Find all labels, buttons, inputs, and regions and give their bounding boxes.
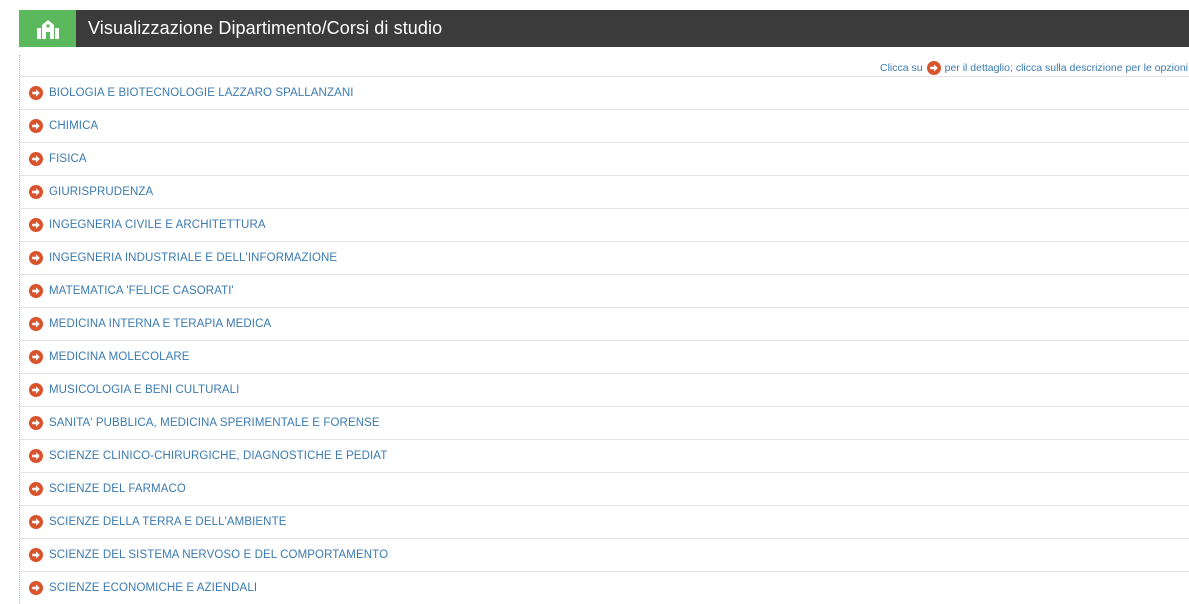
- header-bar: Visualizzazione Dipartimento/Corsi di st…: [19, 10, 1189, 47]
- department-list: BIOLOGIA E BIOTECNOLOGIE LAZZARO SPALLAN…: [20, 77, 1189, 604]
- department-link[interactable]: MEDICINA INTERNA E TERAPIA MEDICA: [49, 318, 271, 330]
- department-link[interactable]: MUSICOLOGIA E BENI CULTURALI: [49, 384, 239, 396]
- department-link[interactable]: FISICA: [49, 153, 87, 165]
- department-row[interactable]: SCIENZE DELLA TERRA E DELL'AMBIENTE: [20, 506, 1189, 539]
- department-link[interactable]: BIOLOGIA E BIOTECNOLOGIE LAZZARO SPALLAN…: [49, 87, 354, 99]
- hint-suffix: per il dettaglio; clicca sulla descrizio…: [944, 62, 1188, 74]
- arrow-right-circle-icon[interactable]: [29, 218, 43, 232]
- department-row[interactable]: INGEGNERIA CIVILE E ARCHITETTURA: [20, 209, 1189, 242]
- department-link[interactable]: SCIENZE ECONOMICHE E AZIENDALI: [49, 582, 257, 594]
- department-row[interactable]: INGEGNERIA INDUSTRIALE E DELL'INFORMAZIO…: [20, 242, 1189, 275]
- department-row[interactable]: MATEMATICA 'FELICE CASORATI': [20, 275, 1189, 308]
- department-row[interactable]: GIURISPRUDENZA: [20, 176, 1189, 209]
- arrow-right-circle-icon[interactable]: [29, 350, 43, 364]
- arrow-right-circle-icon[interactable]: [29, 185, 43, 199]
- arrow-right-circle-icon[interactable]: [29, 449, 43, 463]
- arrow-right-circle-icon[interactable]: [29, 119, 43, 133]
- department-link[interactable]: MEDICINA MOLECOLARE: [49, 351, 190, 363]
- department-row[interactable]: MEDICINA MOLECOLARE: [20, 341, 1189, 374]
- arrow-right-circle-icon[interactable]: [29, 284, 43, 298]
- department-link[interactable]: SCIENZE CLINICO-CHIRURGICHE, DIAGNOSTICH…: [49, 450, 387, 462]
- arrow-right-circle-icon[interactable]: [29, 317, 43, 331]
- hint-prefix: Clicca su: [880, 62, 923, 74]
- department-link[interactable]: GIURISPRUDENZA: [49, 186, 153, 198]
- department-link[interactable]: CHIMICA: [49, 120, 98, 132]
- department-link[interactable]: SCIENZE DEL SISTEMA NERVOSO E DEL COMPOR…: [49, 549, 388, 561]
- arrow-right-circle-icon[interactable]: [29, 86, 43, 100]
- department-link[interactable]: INGEGNERIA INDUSTRIALE E DELL'INFORMAZIO…: [49, 252, 337, 264]
- department-row[interactable]: BIOLOGIA E BIOTECNOLOGIE LAZZARO SPALLAN…: [20, 77, 1189, 110]
- departments-panel: Clicca su per il dettaglio; clicca sulla…: [19, 55, 1189, 604]
- department-link[interactable]: SCIENZE DELLA TERRA E DELL'AMBIENTE: [49, 516, 286, 528]
- department-row[interactable]: MUSICOLOGIA E BENI CULTURALI: [20, 374, 1189, 407]
- department-row[interactable]: SCIENZE DEL SISTEMA NERVOSO E DEL COMPOR…: [20, 539, 1189, 572]
- page-title: Visualizzazione Dipartimento/Corsi di st…: [88, 18, 443, 38]
- department-row[interactable]: MEDICINA INTERNA E TERAPIA MEDICA: [20, 308, 1189, 341]
- department-row[interactable]: CHIMICA: [20, 110, 1189, 143]
- department-row[interactable]: SCIENZE ECONOMICHE E AZIENDALI: [20, 572, 1189, 604]
- header-icon-box: [19, 10, 76, 47]
- page: Visualizzazione Dipartimento/Corsi di st…: [0, 0, 1189, 604]
- department-row[interactable]: SCIENZE DEL FARMACO: [20, 473, 1189, 506]
- arrow-right-circle-icon[interactable]: [29, 251, 43, 265]
- arrow-right-circle-icon[interactable]: [29, 482, 43, 496]
- arrow-right-circle-icon[interactable]: [29, 548, 43, 562]
- arrow-right-circle-icon[interactable]: [29, 152, 43, 166]
- arrow-right-circle-icon[interactable]: [29, 515, 43, 529]
- department-row[interactable]: FISICA: [20, 143, 1189, 176]
- department-link[interactable]: SCIENZE DEL FARMACO: [49, 483, 186, 495]
- building-icon: [36, 19, 59, 39]
- department-link[interactable]: INGEGNERIA CIVILE E ARCHITETTURA: [49, 219, 266, 231]
- department-row[interactable]: SANITA' PUBBLICA, MEDICINA SPERIMENTALE …: [20, 407, 1189, 440]
- department-row[interactable]: SCIENZE CLINICO-CHIRURGICHE, DIAGNOSTICH…: [20, 440, 1189, 473]
- arrow-right-circle-icon[interactable]: [29, 383, 43, 397]
- department-link[interactable]: MATEMATICA 'FELICE CASORATI': [49, 285, 234, 297]
- instruction-hint: Clicca su per il dettaglio; clicca sulla…: [880, 61, 1188, 75]
- arrow-right-circle-icon: [926, 61, 941, 75]
- arrow-right-circle-icon[interactable]: [29, 581, 43, 595]
- department-link[interactable]: SANITA' PUBBLICA, MEDICINA SPERIMENTALE …: [49, 417, 380, 429]
- arrow-right-circle-icon[interactable]: [29, 416, 43, 430]
